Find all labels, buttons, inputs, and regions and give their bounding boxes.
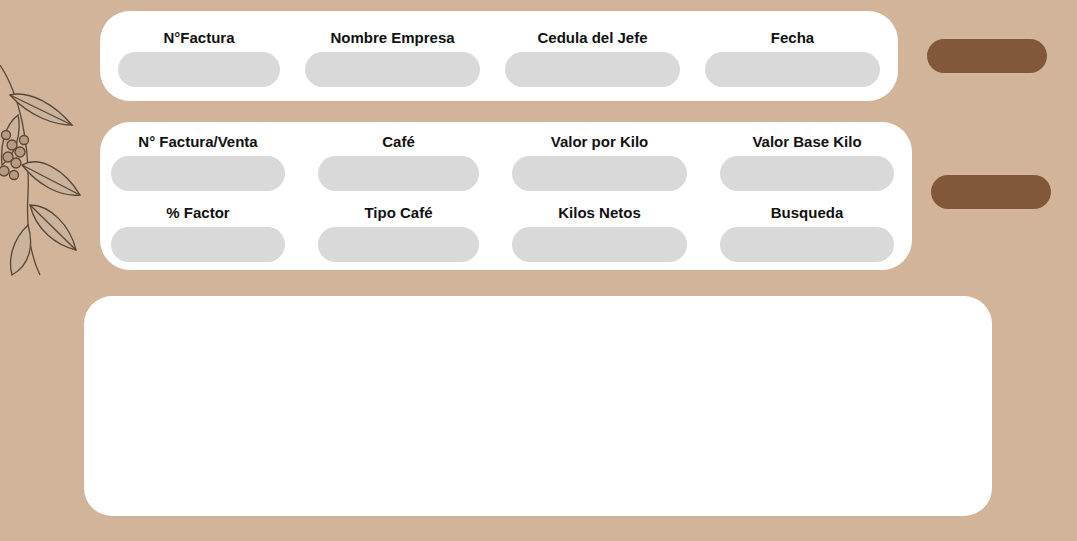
field-label: N°Factura — [163, 29, 234, 47]
text-input[interactable] — [111, 227, 285, 262]
form-field: Tipo Café — [318, 204, 479, 270]
field-label: Tipo Café — [364, 204, 432, 222]
text-input[interactable] — [305, 52, 480, 87]
text-input[interactable] — [512, 156, 687, 191]
field-label: Valor por Kilo — [551, 133, 649, 151]
text-input[interactable] — [118, 52, 280, 87]
sale-card: N° Factura/Venta Café Valor por Kilo Valor … — [100, 122, 912, 270]
form-field: N°Factura — [118, 29, 280, 87]
action-button[interactable] — [931, 175, 1051, 209]
coffee-plant-icon — [0, 55, 85, 280]
results-panel — [84, 296, 992, 516]
text-input[interactable] — [318, 156, 479, 191]
form-field: Valor por Kilo — [512, 133, 687, 199]
field-label: N° Factura/Venta — [138, 133, 257, 151]
field-label: Cedula del Jefe — [537, 29, 647, 47]
text-input[interactable] — [505, 52, 680, 87]
field-label: Valor Base Kilo — [752, 133, 861, 151]
text-input[interactable] — [111, 156, 285, 191]
field-label: Nombre Empresa — [330, 29, 454, 47]
form-field: % Factor — [111, 204, 285, 270]
field-label: Busqueda — [771, 204, 844, 222]
header-card: N°Factura Nombre Empresa Cedula del Jefe Fe… — [100, 11, 898, 101]
field-label: % Factor — [166, 204, 229, 222]
action-button[interactable] — [927, 39, 1047, 73]
text-input[interactable] — [318, 227, 479, 262]
field-label: Fecha — [771, 29, 814, 47]
form-field: N° Factura/Venta — [111, 133, 285, 199]
form-field: Nombre Empresa — [305, 29, 480, 87]
form-field: Cedula del Jefe — [505, 29, 680, 87]
text-input[interactable] — [720, 227, 894, 262]
field-label: Kilos Netos — [558, 204, 641, 222]
field-label: Café — [382, 133, 415, 151]
text-input[interactable] — [720, 156, 894, 191]
form-field: Valor Base Kilo — [720, 133, 894, 199]
form-field: Fecha — [705, 29, 880, 87]
form-field: Busqueda — [720, 204, 894, 270]
form-field: Café — [318, 133, 479, 199]
text-input[interactable] — [512, 227, 687, 262]
form-field: Kilos Netos — [512, 204, 687, 270]
text-input[interactable] — [705, 52, 880, 87]
